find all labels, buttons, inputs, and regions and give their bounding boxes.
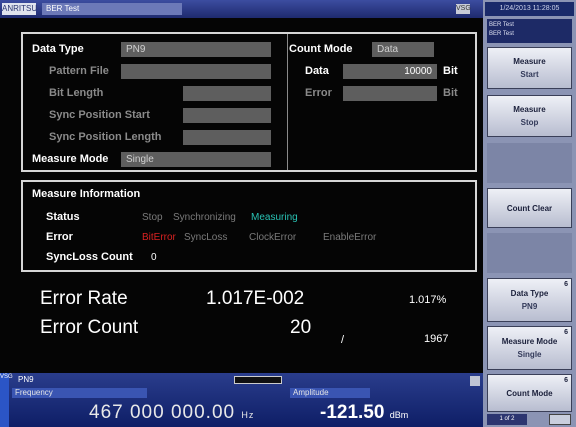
data-type-button-sub: PN9 (521, 302, 538, 311)
minimize-icon[interactable] (470, 376, 480, 386)
page-indicator: 1 of 2 (487, 414, 527, 425)
frequency-unit: Hz (241, 410, 255, 420)
error-enableerror: EnableError (323, 232, 377, 243)
amplitude-unit: dBm (389, 410, 409, 420)
error-rate-label: Error Rate (40, 288, 128, 309)
error-clockerror: ClockError (249, 232, 297, 243)
data-count-field[interactable]: 10000 (343, 64, 437, 79)
count-mode-button-label: Count Mode (506, 389, 553, 398)
measure-mode-button[interactable]: 6 Measure Mode Single (487, 326, 572, 370)
count-separator: / (341, 334, 345, 346)
submenu-icon: 6 (564, 377, 568, 384)
context-line-2: BER Test (489, 31, 514, 37)
error-count-setting-label: Error (305, 87, 332, 99)
measure-start-button[interactable]: Measure Start (487, 47, 572, 89)
frequency-label: Frequency (12, 388, 147, 398)
submenu-icon: 6 (564, 329, 568, 336)
syncloss-count-label: SyncLoss Count (46, 251, 133, 263)
status-stop: Stop (142, 212, 163, 223)
context-line-1: BER Test (489, 22, 514, 28)
vsg-side-tab[interactable]: VSG (0, 373, 13, 427)
frequency-value: 467 000 000.00 (89, 402, 236, 423)
count-clear-label: Count Clear (506, 204, 553, 213)
vsg-mode-icon[interactable]: VSG (456, 4, 471, 14)
error-count-setting-unit: Bit (443, 87, 458, 99)
submenu-icon: 6 (564, 281, 568, 288)
measure-start-label: Measure (513, 57, 546, 66)
error-count-label: Error Count (40, 317, 139, 338)
error-syncloss: SyncLoss (184, 232, 228, 243)
sync-position-start-label: Sync Position Start (49, 109, 150, 121)
measure-mode-field[interactable]: Single (121, 152, 271, 167)
count-clear-button[interactable]: Count Clear (487, 188, 572, 228)
data-count-label: Data (305, 65, 329, 77)
error-rate-percent: 1.017% (409, 294, 447, 306)
bit-length-label: Bit Length (49, 87, 104, 99)
error-count-value: 20 (290, 317, 312, 338)
empty-softkey-2 (487, 233, 572, 273)
amplitude-label: Amplitude (290, 388, 370, 398)
app-title: BER Test (42, 3, 182, 15)
pattern-file-label: Pattern File (49, 65, 109, 77)
count-mode-label: Count Mode (289, 43, 353, 55)
datetime: 1/24/2013 11:28:05 (485, 2, 574, 16)
status-measuring: Measuring (251, 212, 298, 223)
context-label: BER Test BER Test (487, 19, 572, 43)
data-type-button[interactable]: 6 Data Type PN9 (487, 278, 572, 322)
softkey-panel: 1/24/2013 11:28:05 BER Test BER Test Mea… (483, 0, 576, 427)
measure-mode-label: Measure Mode (32, 153, 109, 165)
status-label: Status (46, 211, 80, 223)
bit-length-field[interactable] (183, 86, 271, 101)
pattern-file-field[interactable] (121, 64, 271, 79)
syncloss-count-value: 0 (151, 252, 157, 263)
data-type-label: Data Type (32, 43, 84, 55)
sync-position-length-field[interactable] (183, 130, 271, 145)
sync-position-start-field[interactable] (183, 108, 271, 123)
data-type-button-label: Data Type (510, 289, 549, 298)
settings-panel: Data Type PN9 Pattern File Bit Length Sy… (21, 32, 477, 172)
main-panel: Data Type PN9 Pattern File Bit Length Sy… (0, 18, 483, 373)
error-rate-value: 1.017E-002 (206, 288, 305, 309)
amplitude-readout[interactable]: -121.50 dBm (320, 402, 408, 424)
measure-start-sub: Start (520, 70, 539, 79)
measure-mode-button-sub: Single (517, 350, 542, 359)
error-count-setting-field[interactable] (343, 86, 437, 101)
data-type-field[interactable]: PN9 (121, 42, 271, 57)
empty-softkey (487, 143, 572, 183)
data-count-unit: Bit (443, 65, 458, 77)
total-count-value: 1967 (424, 333, 449, 345)
status-synchronizing: Synchronizing (173, 212, 236, 223)
count-mode-button[interactable]: 6 Count Mode (487, 374, 572, 412)
next-page-button[interactable] (549, 414, 571, 425)
anritsu-logo: ANRITSU (2, 3, 38, 15)
pattern-indicator: PN9 (18, 375, 34, 384)
measure-stop-label: Measure (513, 105, 546, 114)
scroll-indicator[interactable] (234, 376, 282, 384)
error-label: Error (46, 231, 73, 243)
settings-divider (287, 34, 288, 170)
measure-stop-sub: Stop (520, 118, 539, 127)
measure-information-header: Measure Information (32, 188, 141, 200)
frequency-readout[interactable]: 467 000 000.00 Hz (89, 402, 254, 424)
sync-position-length-label: Sync Position Length (49, 131, 162, 143)
measure-mode-button-label: Measure Mode (501, 337, 558, 346)
measure-information-panel: Measure Information Status Stop Synchron… (21, 180, 477, 272)
count-mode-field[interactable]: Data (372, 42, 434, 57)
amplitude-value: -121.50 (320, 402, 385, 423)
error-biterror: BitError (142, 232, 176, 243)
measure-stop-button[interactable]: Measure Stop (487, 95, 572, 137)
